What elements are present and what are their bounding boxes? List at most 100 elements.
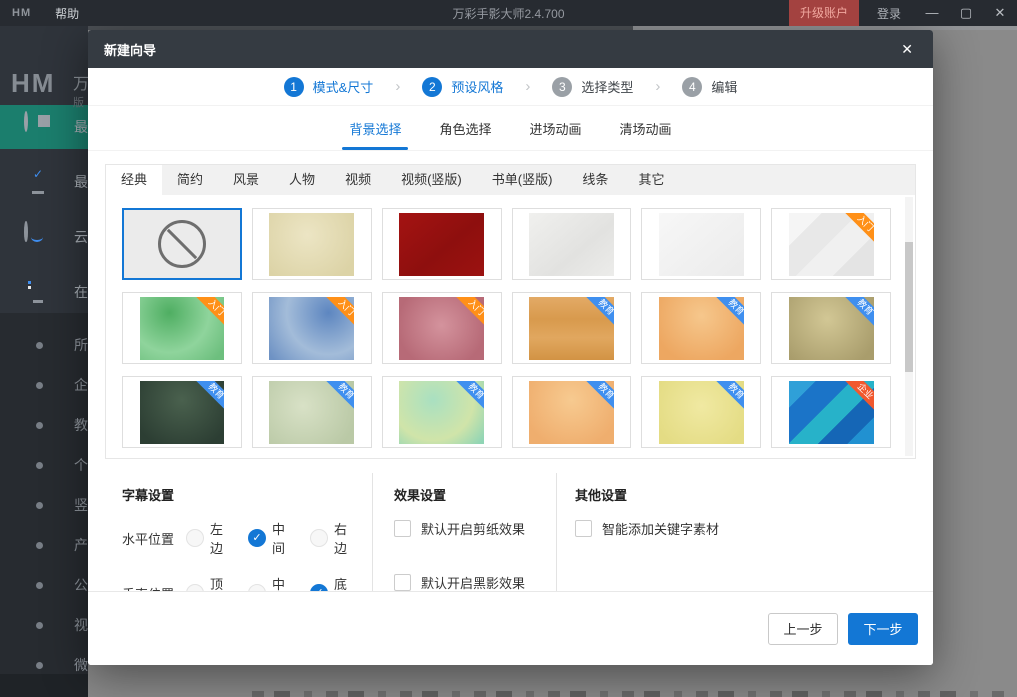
background-thumbnail-3[interactable]	[382, 208, 502, 280]
maximize-icon[interactable]: ▢	[949, 0, 983, 26]
checkbox-option[interactable]: 默认开启剪纸效果	[394, 519, 556, 538]
step-number: 4	[682, 77, 702, 97]
radio-option[interactable]: ✓中间	[248, 519, 297, 557]
wizard-step-3[interactable]: 3选择类型	[552, 77, 633, 97]
background-image: 教育	[269, 381, 354, 444]
background-thumbnail-13[interactable]: 教育	[122, 376, 242, 448]
background-thumbnail-6[interactable]: 入门	[771, 208, 891, 280]
background-image: 入门	[140, 297, 225, 360]
background-image: 入门	[269, 297, 354, 360]
background-thumbnail-1[interactable]	[122, 208, 242, 280]
bullet-icon	[36, 342, 43, 349]
sidebar-sub-item-8[interactable]: 视	[0, 605, 88, 645]
brand-name-clipped: 万	[73, 70, 88, 94]
background-image: 入门	[789, 213, 874, 276]
background-image: 教育	[789, 297, 874, 360]
help-menu[interactable]: 帮助	[55, 5, 79, 22]
subtitle-settings-section: 字幕设置 水平位置左边✓中间右边垂直位置顶部中间✓底部	[122, 473, 372, 609]
previous-step-button[interactable]: 上一步	[768, 613, 838, 645]
category-tab-2[interactable]: 简约	[162, 165, 218, 195]
radio-option-label: 左边	[210, 519, 235, 557]
step-number: 1	[284, 77, 304, 97]
scrollbar-track[interactable]	[905, 197, 913, 456]
dialog-tab-1[interactable]: 背景选择	[349, 106, 401, 150]
background-thumbnail-4[interactable]	[512, 208, 632, 280]
dialog-footer: 上一步 下一步	[88, 591, 933, 665]
scrollbar-thumb[interactable]	[905, 242, 913, 372]
checkbox-label: 默认开启黑影效果	[421, 573, 525, 592]
login-button[interactable]: 登录	[877, 5, 901, 22]
checkbox-option[interactable]: 默认开启黑影效果	[394, 573, 556, 592]
sidebar-sub-label: 视	[74, 615, 88, 635]
category-tab-4[interactable]: 人物	[274, 165, 330, 195]
sidebar-sub-item-4[interactable]: 个	[0, 445, 88, 485]
background-thumbnail-14[interactable]: 教育	[252, 376, 372, 448]
radio-option[interactable]: 左边	[186, 519, 235, 557]
corner-badge: 教育	[715, 381, 744, 412]
category-bar: 经典简约风景人物视频视频(竖版)书单(竖版)线条其它	[106, 165, 915, 195]
background-thumbnail-2[interactable]	[252, 208, 372, 280]
background-thumbnail-15[interactable]: 教育	[382, 376, 502, 448]
wizard-step-4[interactable]: 4编辑	[682, 77, 737, 97]
other-settings-options: 智能添加关键字素材	[575, 519, 916, 573]
sidebar-item-2[interactable]: 最	[0, 160, 88, 204]
upgrade-account-button[interactable]: 升级账户	[789, 0, 859, 26]
background-thumbnail-10[interactable]: 教育	[512, 292, 632, 364]
sidebar-sub-label: 个	[74, 455, 88, 475]
sidebar-item-4[interactable]: 在	[0, 270, 88, 314]
pie-chart-icon	[24, 111, 28, 132]
background-thumbnail-11[interactable]: 教育	[641, 292, 761, 364]
background-thumbnail-16[interactable]: 教育	[512, 376, 632, 448]
background-thumbnail-7[interactable]: 入门	[122, 292, 242, 364]
minimize-icon[interactable]: —	[915, 0, 949, 26]
checkbox-option[interactable]: 智能添加关键字素材	[575, 519, 916, 538]
sidebar-item-label: 最	[74, 172, 88, 192]
background-image	[659, 213, 744, 276]
dialog-tab-4[interactable]: 清场动画	[620, 106, 672, 150]
sidebar-sub-item-3[interactable]: 教	[0, 405, 88, 445]
subtitle-settings-title: 字幕设置	[122, 485, 372, 504]
app-window: HM 帮助 万彩手影大师2.4.700 升级账户 登录 — ▢ ✕ HM 万 版…	[0, 0, 1017, 697]
sidebar-logo-area: HM 万 版	[0, 26, 88, 105]
category-tab-8[interactable]: 线条	[567, 165, 623, 195]
category-tab-5[interactable]: 视频	[330, 165, 386, 195]
other-settings-title: 其他设置	[575, 485, 916, 504]
titlebar-controls: 升级账户 登录 — ▢ ✕	[789, 0, 1017, 26]
sidebar-sub-item-5[interactable]: 竖	[0, 485, 88, 525]
sidebar-sub-label: 微	[74, 655, 88, 675]
category-tab-9[interactable]: 其它	[623, 165, 679, 195]
wizard-steps: 1模式&尺寸›2预设风格›3选择类型›4编辑	[88, 68, 933, 106]
sidebar-sub-item-6[interactable]: 产	[0, 525, 88, 565]
dialog-close-icon[interactable]: ✕	[897, 39, 917, 60]
dialog-tab-2[interactable]: 角色选择	[439, 106, 491, 150]
corner-badge: 教育	[585, 381, 614, 412]
dialog-tab-3[interactable]: 进场动画	[530, 106, 582, 150]
step-number: 3	[552, 77, 572, 97]
background-thumbnail-5[interactable]	[641, 208, 761, 280]
category-tab-1[interactable]: 经典	[106, 165, 162, 195]
wizard-step-1[interactable]: 1模式&尺寸	[284, 77, 374, 97]
background-thumbnail-8[interactable]: 入门	[252, 292, 372, 364]
wizard-step-2[interactable]: 2预设风格	[422, 77, 503, 97]
sidebar-item-3[interactable]: 云	[0, 215, 88, 259]
sidebar-sub-item-1[interactable]: 所	[0, 325, 88, 365]
radio-option[interactable]: 右边	[310, 519, 359, 557]
app-logo: HM	[12, 7, 31, 19]
checkbox-label: 默认开启剪纸效果	[421, 519, 525, 538]
next-step-button[interactable]: 下一步	[848, 613, 918, 645]
background-thumbnail-18[interactable]: 企业	[771, 376, 891, 448]
category-tab-3[interactable]: 风景	[218, 165, 274, 195]
bullet-icon	[36, 502, 43, 509]
sidebar-sub-item-7[interactable]: 公	[0, 565, 88, 605]
category-tab-7[interactable]: 书单(竖版)	[477, 165, 568, 195]
close-icon[interactable]: ✕	[983, 0, 1017, 26]
sidebar-sub-item-2[interactable]: 企	[0, 365, 88, 405]
sidebar-sub-label: 公	[74, 575, 88, 595]
background-thumbnail-12[interactable]: 教育	[771, 292, 891, 364]
background-thumbnail-9[interactable]: 入门	[382, 292, 502, 364]
sidebar-item-1[interactable]: 最	[0, 105, 88, 149]
background-thumbnail-17[interactable]: 教育	[641, 376, 761, 448]
radio-unchecked-icon	[310, 529, 328, 547]
category-tab-6[interactable]: 视频(竖版)	[386, 165, 477, 195]
effect-settings-section: 效果设置 默认开启剪纸效果默认开启黑影效果默认开启黑白效果	[372, 473, 556, 609]
